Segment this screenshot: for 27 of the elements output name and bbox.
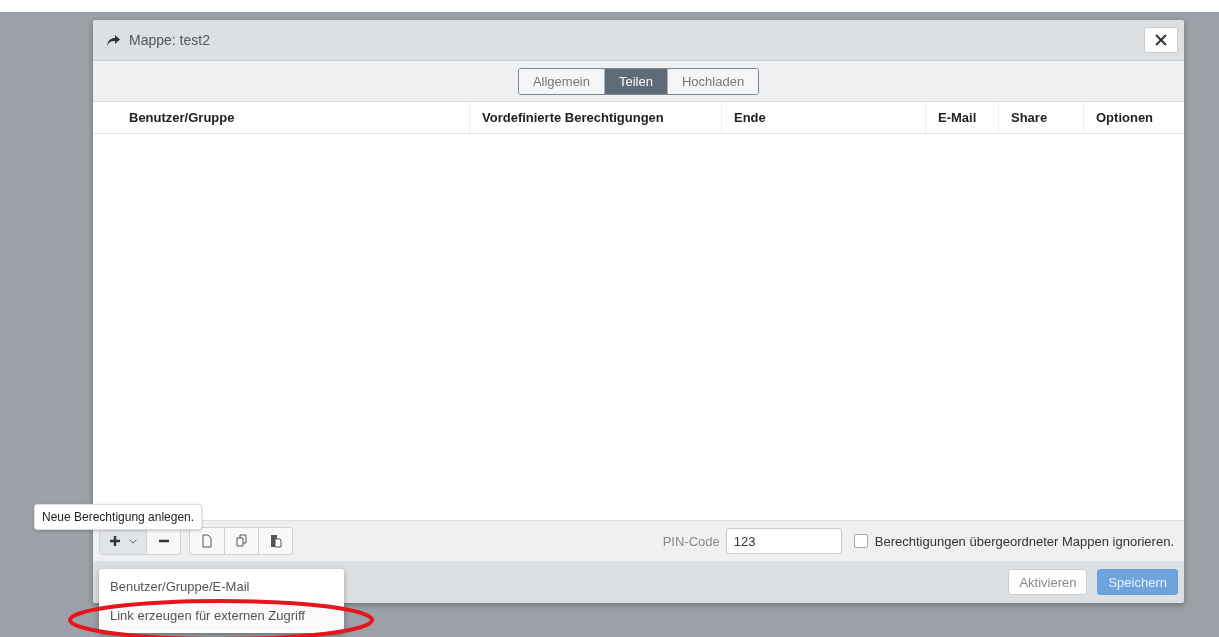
tab[interactable]: Allgemein bbox=[518, 68, 604, 94]
tab[interactable]: Hochladen bbox=[666, 68, 759, 94]
column-header[interactable]: E-Mail bbox=[925, 102, 998, 133]
tooltip: Neue Berechtigung anlegen. bbox=[34, 504, 203, 530]
activate-button[interactable]: Aktivieren bbox=[1008, 569, 1088, 595]
add-button[interactable] bbox=[100, 528, 146, 554]
column-header[interactable]: Benutzer/Gruppe bbox=[93, 102, 469, 133]
column-header[interactable]: Share bbox=[998, 102, 1083, 133]
column-header[interactable]: Optionen bbox=[1083, 102, 1184, 133]
checkbox[interactable] bbox=[853, 534, 868, 548]
window-title: Mappe: test2 bbox=[129, 32, 211, 48]
paste-icon bbox=[268, 534, 283, 548]
remove-button[interactable] bbox=[146, 528, 180, 554]
plus-icon bbox=[108, 534, 122, 548]
tab[interactable]: Teilen bbox=[604, 68, 667, 94]
checkbox-label: Berechtigungen übergeordneter Mappen ignorieren. bbox=[874, 533, 1174, 549]
close-button[interactable] bbox=[1144, 27, 1178, 53]
copy-icon bbox=[234, 534, 249, 548]
share-arrow-icon bbox=[105, 33, 121, 47]
close-icon bbox=[1154, 33, 1168, 47]
paste-button[interactable] bbox=[258, 528, 292, 554]
pin-code-label: PIN-Code bbox=[662, 533, 720, 549]
column-header[interactable]: Vordefinierte Berechtigungen bbox=[469, 102, 721, 133]
column-header[interactable]: Ende bbox=[721, 102, 925, 133]
pin-code-field[interactable]: 123 bbox=[725, 528, 842, 554]
menu-item[interactable]: Benutzer/Gruppe/E-Mail bbox=[99, 572, 344, 601]
document-icon bbox=[200, 534, 214, 548]
